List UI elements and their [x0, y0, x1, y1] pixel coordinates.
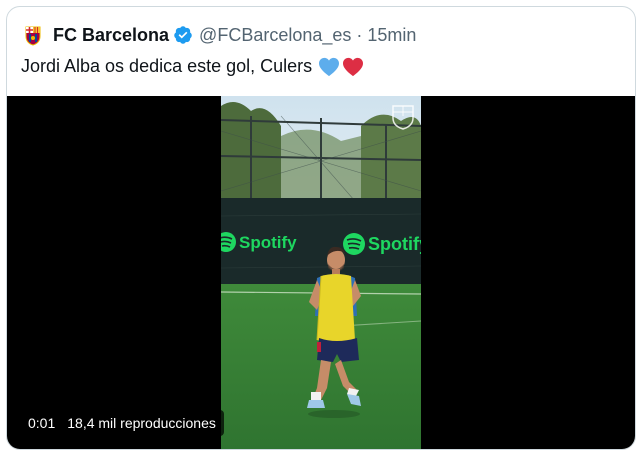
tweet-header: FC Barcelona @FCBarcelona_es · 15min	[21, 21, 416, 49]
spotify-banner-text-2: Spotify	[368, 234, 421, 254]
avatar[interactable]	[21, 23, 45, 47]
video-view-count: 18,4 mil reproducciones	[67, 415, 216, 431]
video-info-overlay: 0:01 18,4 mil reproducciones	[20, 410, 224, 436]
tweet-text-content: Jordi Alba os dedica este gol, Culers	[21, 56, 313, 76]
blue-heart-icon	[318, 57, 340, 77]
tweet-card[interactable]: FC Barcelona @FCBarcelona_es · 15min Jor…	[6, 6, 636, 450]
verified-badge-icon	[173, 25, 193, 45]
author-name[interactable]: FC Barcelona	[53, 25, 169, 46]
author-handle[interactable]: @FCBarcelona_es	[199, 25, 351, 46]
video-frame[interactable]: Spotify Spotify	[221, 96, 421, 449]
video-player[interactable]: Spotify Spotify	[7, 96, 635, 449]
timestamp[interactable]: 15min	[367, 25, 416, 46]
fc-barcelona-crest-icon	[21, 23, 45, 47]
separator-dot: ·	[356, 24, 363, 45]
spotify-banner-text-1: Spotify	[239, 233, 297, 252]
video-elapsed-time: 0:01	[28, 415, 56, 431]
red-heart-icon	[342, 57, 364, 77]
tweet-text: Jordi Alba os dedica este gol, Culers	[21, 56, 364, 77]
